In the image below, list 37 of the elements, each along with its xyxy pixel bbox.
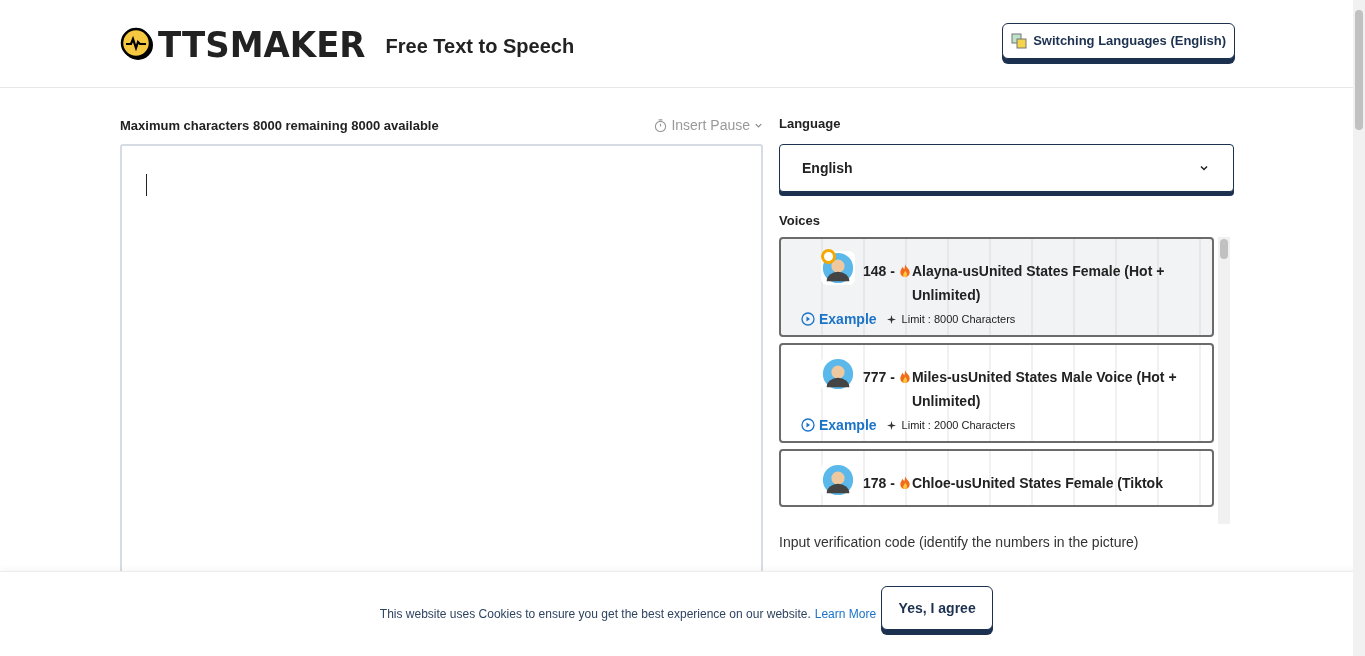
fire-icon [898, 369, 911, 384]
voice-number: 777 - [863, 368, 895, 387]
avatar-icon [821, 251, 855, 285]
fire-icon [898, 263, 911, 278]
voice-name: Miles-usUnited States Male Voice (Hot + Unlimited) [911, 368, 1178, 411]
timer-icon [654, 118, 668, 132]
tagline: Free Text to Speech [385, 35, 575, 58]
language-label: Language [779, 116, 842, 133]
voice-card[interactable]: 777 - Miles-usUnited States Male Voice (Hot + Unlimited) Example Limit : 2000 Characters [779, 343, 1214, 443]
play-icon [801, 418, 815, 432]
voice-number: 148 - [863, 262, 895, 281]
voice-name: Chloe-usUnited States Female (Tiktok [911, 474, 1164, 493]
sparkle-icon [886, 314, 896, 324]
scrollbar-thumb[interactable] [1355, 10, 1363, 130]
scrollbar-thumb[interactable] [1220, 239, 1228, 259]
avatar-icon [821, 463, 855, 497]
example-link[interactable]: Example [801, 311, 877, 327]
example-link[interactable]: Example [801, 417, 877, 433]
voice-card[interactable]: 178 - Chloe-usUnited States Female (Tiktok [779, 449, 1214, 507]
cookie-message: This website uses Cookies to ensure you get the best experience on our website. [379, 607, 811, 621]
voice-number: 178 - [863, 474, 895, 493]
logo-text: TTSMAKER [158, 22, 366, 65]
avatar-icon [821, 357, 855, 391]
logo-icon [120, 26, 154, 61]
voices-label: Voices [779, 213, 821, 230]
translate-icon [1011, 32, 1028, 49]
learn-more-link[interactable]: Learn More [814, 607, 877, 621]
voice-name: Alayna-usUnited States Female (Hot + Unlimited) [911, 262, 1166, 305]
play-icon [801, 312, 815, 326]
voice-card[interactable]: 148 - Alayna-usUnited States Female (Hot + Unlimited) Example Limit : 8000 Characters [779, 237, 1214, 337]
fire-icon [898, 475, 911, 490]
voice-limit: Limit : 2000 Characters [901, 419, 1016, 431]
sparkle-icon [886, 420, 896, 430]
verification-label: Input verification code (identify the numbers in the picture) [779, 534, 1140, 550]
caret-icon [1199, 163, 1209, 173]
voice-limit: Limit : 8000 Characters [901, 313, 1016, 325]
character-limit-label: Maximum characters 8000 remaining 8000 available [120, 117, 439, 133]
